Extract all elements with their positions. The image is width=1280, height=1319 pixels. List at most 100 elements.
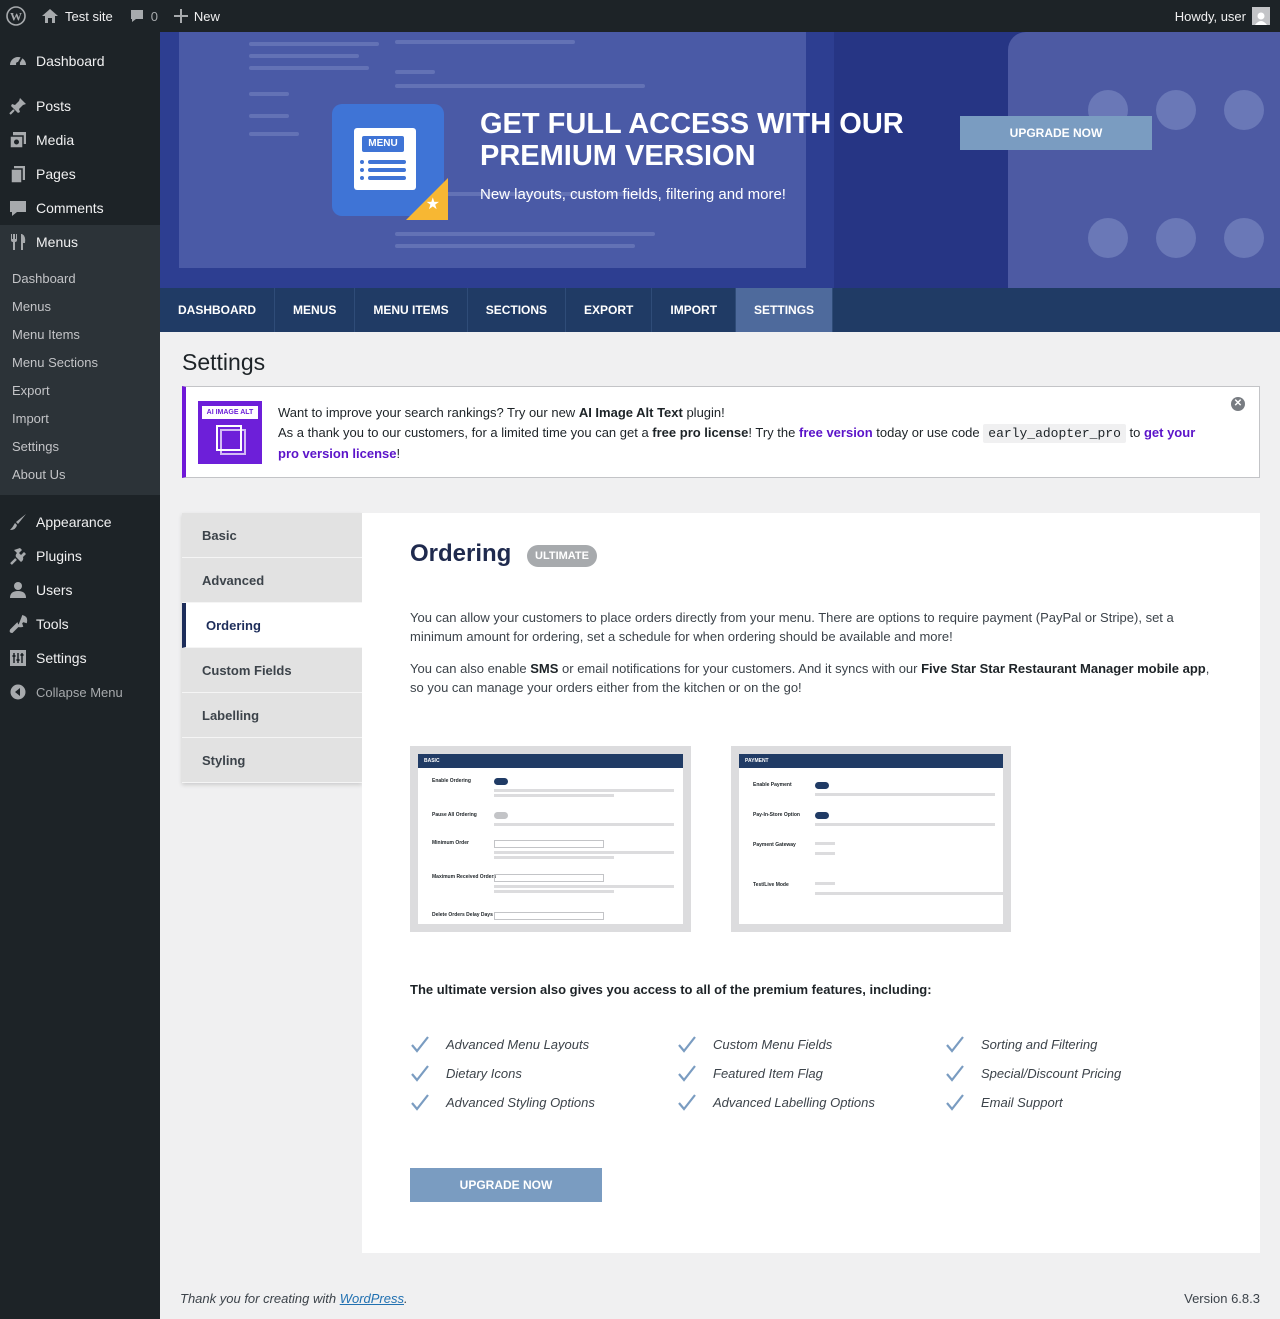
panel-upgrade-button[interactable]: UPGRADE NOW	[410, 1168, 602, 1202]
wrench-icon	[8, 614, 28, 634]
collapse-icon	[8, 682, 28, 702]
submenu-item-export[interactable]: Export	[0, 377, 160, 405]
nav-tab-menus[interactable]: MENUS	[275, 288, 356, 332]
site-name-link[interactable]: Test site	[33, 0, 121, 32]
svg-text:W: W	[10, 10, 22, 24]
plug-icon	[8, 546, 28, 566]
banner-preview-panel	[1008, 32, 1280, 288]
sidebar-item-label: Users	[36, 582, 73, 598]
sidebar-item-users[interactable]: Users	[0, 573, 160, 607]
settings-panel: Ordering ULTIMATE You can allow your cus…	[362, 513, 1260, 1253]
checkmark-icon	[945, 1092, 965, 1112]
greeting: Howdy, user	[1174, 8, 1246, 24]
wordpress-link[interactable]: WordPress	[340, 1291, 404, 1306]
sidebar-item-posts[interactable]: Posts	[0, 89, 160, 123]
page-title: Settings	[182, 349, 266, 375]
promo-code: early_adopter_pro	[983, 424, 1126, 443]
submenu-item-menu-items[interactable]: Menu Items	[0, 321, 160, 349]
nav-tab-sections[interactable]: SECTIONS	[468, 288, 567, 332]
feature-label: Dietary Icons	[446, 1065, 522, 1081]
panel-title: Ordering	[410, 540, 512, 567]
sidebar-item-dashboard[interactable]: Dashboard	[0, 44, 160, 78]
tab-advanced[interactable]: Advanced	[182, 558, 362, 603]
nav-tab-menu-items[interactable]: MENU ITEMS	[355, 288, 468, 332]
sidebar-item-label: Menus	[36, 234, 79, 250]
checkmark-icon	[945, 1063, 965, 1083]
nav-tab-export[interactable]: EXPORT	[566, 288, 653, 332]
plugin-nav: DASHBOARD MENUS MENU ITEMS SECTIONS EXPORT IM…	[160, 288, 1280, 332]
submenu-item-about-us[interactable]: About Us	[0, 461, 160, 489]
pages-icon	[8, 164, 28, 184]
sidebar-item-appearance[interactable]: Appearance	[0, 505, 160, 539]
sidebar-item-label: Tools	[36, 616, 69, 632]
sidebar-item-menus[interactable]: Menus	[0, 225, 160, 259]
feature-label: Advanced Styling Options	[446, 1094, 595, 1110]
wordpress-logo-icon[interactable]: W	[0, 0, 33, 32]
feature-label: Featured Item Flag	[713, 1065, 823, 1081]
feature-item: Advanced Labelling Options	[677, 1092, 875, 1112]
new-content-link[interactable]: New	[166, 0, 228, 32]
sidebar-item-label: Media	[36, 132, 75, 148]
media-icon	[8, 130, 28, 150]
close-icon[interactable]: ✕	[1231, 397, 1245, 411]
feature-item: Advanced Styling Options	[410, 1092, 595, 1112]
fork-knife-icon	[8, 232, 28, 252]
ai-alt-text-logo: AI IMAGE ALT TEXT	[198, 401, 262, 464]
collapse-menu-button[interactable]: Collapse Menu	[0, 675, 160, 709]
user-icon	[8, 580, 28, 600]
checkmark-icon	[677, 1092, 697, 1112]
feature-label: Special/Discount Pricing	[981, 1065, 1122, 1081]
sidebar-item-plugins[interactable]: Plugins	[0, 539, 160, 573]
ordering-screenshot-payment: PAYMENT Enable Payment Pay-In-Store Opti…	[731, 746, 1011, 932]
nav-tab-settings[interactable]: SETTINGS	[736, 288, 834, 332]
collapse-label: Collapse Menu	[36, 684, 123, 700]
checkmark-icon	[410, 1063, 430, 1083]
sidebar-item-label: Pages	[36, 166, 76, 182]
checkmark-icon	[677, 1063, 697, 1083]
footer-version: Version 6.8.3	[1184, 1291, 1260, 1306]
free-version-link[interactable]: free version	[799, 425, 873, 440]
checkmark-icon	[410, 1034, 430, 1054]
sidebar-item-pages[interactable]: Pages	[0, 157, 160, 191]
sidebar-item-tools[interactable]: Tools	[0, 607, 160, 641]
home-icon	[41, 8, 59, 24]
feature-label: Advanced Labelling Options	[713, 1094, 875, 1110]
sidebar-item-media[interactable]: Media	[0, 123, 160, 157]
promo-notice: AI IMAGE ALT TEXT Want to improve your s…	[182, 386, 1260, 478]
submenu-item-menu-sections[interactable]: Menu Sections	[0, 349, 160, 377]
pin-icon	[8, 96, 28, 116]
comments-link[interactable]: 0	[121, 0, 166, 32]
account-menu[interactable]: Howdy, user	[1175, 0, 1270, 32]
tab-basic[interactable]: Basic	[182, 513, 362, 558]
checkmark-icon	[410, 1092, 430, 1112]
submenu-item-menus[interactable]: Menus	[0, 293, 160, 321]
feature-label: Advanced Menu Layouts	[446, 1036, 590, 1052]
tab-custom-fields[interactable]: Custom Fields	[182, 648, 362, 693]
sidebar-item-settings[interactable]: Settings	[0, 641, 160, 675]
comment-icon	[129, 8, 145, 24]
comments-count: 0	[150, 8, 158, 24]
notice-text: Want to improve your search rankings? Tr…	[278, 405, 1196, 461]
sidebar-item-comments[interactable]: Comments	[0, 191, 160, 225]
tab-styling[interactable]: Styling	[182, 738, 362, 783]
submenu-item-dashboard[interactable]: Dashboard	[0, 265, 160, 293]
ordering-screenshot-basic: BASIC Enable Ordering Pause All Ordering…	[410, 746, 691, 932]
submenu-item-settings[interactable]: Settings	[0, 433, 160, 461]
nav-tab-import[interactable]: IMPORT	[652, 288, 737, 332]
nav-tab-dashboard[interactable]: DASHBOARD	[160, 288, 275, 332]
tab-ordering[interactable]: Ordering	[182, 603, 362, 648]
feature-label: Custom Menu Fields	[713, 1036, 833, 1052]
new-label: New	[193, 8, 220, 24]
checkmark-icon	[945, 1034, 965, 1054]
ultimate-badge: ULTIMATE	[527, 545, 597, 567]
logo-text: AI IMAGE ALT TEXT	[202, 406, 258, 429]
banner-subtitle: New layouts, custom fields, filtering an…	[480, 186, 786, 203]
sidebar-item-label: Appearance	[36, 514, 112, 530]
dashboard-icon	[8, 51, 28, 71]
footer-thanks: Thank you for creating with WordPress.	[180, 1291, 408, 1306]
banner-upgrade-button[interactable]: UPGRADE NOW	[960, 116, 1152, 150]
tab-labelling[interactable]: Labelling	[182, 693, 362, 738]
sidebar-item-label: Comments	[36, 200, 104, 216]
menu-plugin-icon: MENU ★	[332, 104, 448, 220]
submenu-item-import[interactable]: Import	[0, 405, 160, 433]
